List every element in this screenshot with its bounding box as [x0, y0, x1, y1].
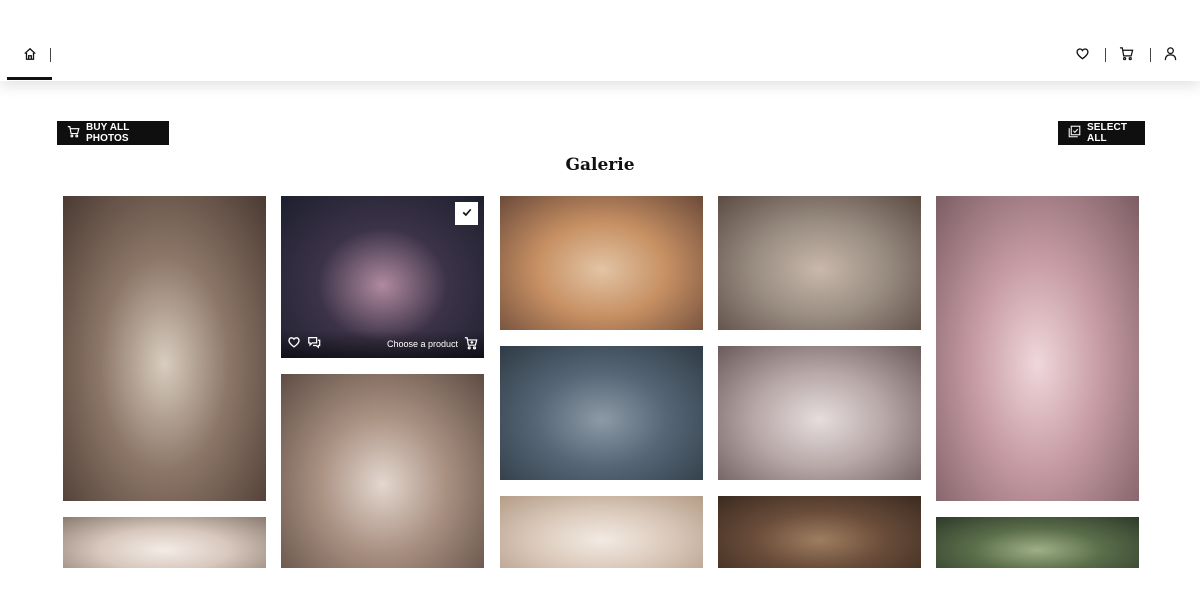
buy-all-label: BUY ALL PHOTOS [86, 122, 130, 144]
photo-tile[interactable] [936, 196, 1139, 501]
user-icon [1163, 46, 1178, 66]
photo-tile[interactable] [718, 346, 921, 480]
check-icon [461, 205, 473, 223]
page-bottom-edge [0, 568, 1200, 600]
comment-icon[interactable] [307, 335, 321, 354]
choose-product-button[interactable]: Choose a product [387, 336, 478, 352]
account-button[interactable] [1161, 47, 1179, 65]
choose-product-label: Choose a product [386, 339, 458, 349]
home-tab[interactable] [7, 40, 52, 80]
buy-all-photos-button[interactable]: BUY ALL PHOTOS [57, 121, 169, 145]
top-navigation [0, 0, 1200, 81]
photo-tile[interactable] [63, 196, 266, 501]
favorites-button[interactable] [1073, 47, 1091, 65]
heart-icon[interactable] [287, 335, 301, 354]
photo-tile[interactable] [500, 196, 703, 330]
photo-image [500, 196, 703, 330]
nav-divider [1150, 48, 1151, 62]
home-icon [23, 47, 37, 66]
heart-icon [1075, 46, 1090, 66]
photo-tile[interactable] [281, 374, 484, 574]
photo-tile-selected[interactable]: Choose a product [281, 196, 484, 358]
photo-tile[interactable] [718, 196, 921, 330]
select-checkbox[interactable] [455, 202, 478, 225]
gallery-title: Galerie [565, 155, 635, 175]
photo-image [500, 346, 703, 480]
select-all-button[interactable]: SELECT ALL [1058, 121, 1145, 145]
cart-button[interactable] [1117, 47, 1135, 65]
cart-icon [67, 125, 80, 141]
photo-image [63, 196, 266, 501]
photo-image [281, 374, 484, 574]
photo-image [718, 496, 921, 576]
nav-divider [50, 48, 51, 62]
photo-image [718, 346, 921, 480]
photo-image [500, 496, 703, 576]
cart-icon [1119, 46, 1134, 66]
cart-add-icon [464, 336, 478, 352]
photo-image [936, 196, 1139, 501]
photo-tile[interactable] [718, 496, 921, 576]
gallery-select-icon [1068, 125, 1081, 141]
nav-divider [1105, 48, 1106, 62]
photo-action-bar: Choose a product [281, 330, 484, 358]
photo-tile[interactable] [500, 346, 703, 480]
photo-tile[interactable] [500, 496, 703, 576]
select-all-label: SELECT ALL [1087, 122, 1128, 144]
photo-image [718, 196, 921, 330]
